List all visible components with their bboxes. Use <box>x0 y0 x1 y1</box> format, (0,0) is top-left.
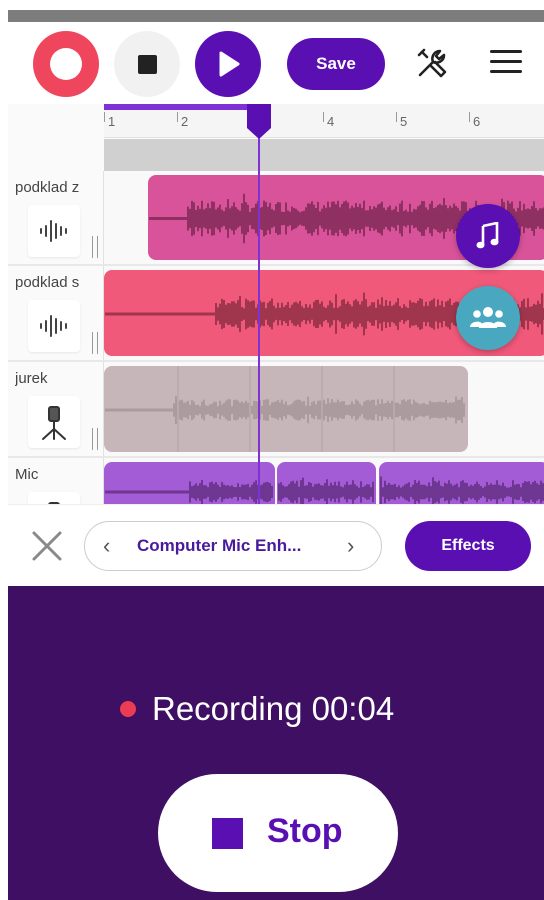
play-button[interactable] <box>195 31 261 97</box>
stop-icon <box>138 55 157 74</box>
save-button[interactable]: Save <box>287 38 385 90</box>
time-ruler[interactable]: 1 2 4 5 6 <box>104 104 544 138</box>
track-name: podklad s <box>15 274 80 291</box>
track-resize-grip[interactable] <box>92 236 98 258</box>
record-button[interactable] <box>33 31 99 97</box>
stop-button[interactable] <box>114 31 180 97</box>
recording-status: Recording 00:04 <box>152 690 395 727</box>
track-row: jurek <box>8 362 544 458</box>
waveform-icon <box>28 300 80 352</box>
close-icon[interactable] <box>30 529 64 563</box>
track-name: podklad z <box>15 179 80 196</box>
waveform-icon <box>28 205 80 257</box>
track-name: Mic <box>15 466 39 483</box>
microphone-stand-icon <box>28 396 80 448</box>
hamburger-menu-icon[interactable] <box>490 50 522 74</box>
record-icon <box>50 48 82 80</box>
track-header[interactable]: jurek <box>8 362 104 456</box>
people-group-icon <box>470 307 506 328</box>
status-bar <box>8 10 544 22</box>
recording-indicator-icon <box>120 701 136 717</box>
playback-progress <box>104 104 258 110</box>
stop-icon <box>212 818 243 849</box>
recording-panel: Recording 00:04 Stop <box>8 586 544 900</box>
timeline: 1 2 4 5 6 podklad z podklad s jurek Mic <box>8 104 544 544</box>
ruler-tick: 5 <box>400 114 408 129</box>
track-lane[interactable] <box>104 362 544 456</box>
tools-icon[interactable] <box>415 46 449 80</box>
track-resize-grip[interactable] <box>92 332 98 354</box>
loop-region-band[interactable] <box>104 139 544 171</box>
playhead-handle[interactable] <box>246 104 272 140</box>
ruler-tick: 6 <box>473 114 481 129</box>
ruler-tick: 2 <box>181 114 189 129</box>
playhead-line <box>258 138 260 504</box>
ruler-tick: 4 <box>327 114 335 129</box>
stop-label: Stop <box>267 812 343 850</box>
next-effect-icon[interactable]: › <box>347 533 354 559</box>
effects-button[interactable]: Effects <box>405 521 531 571</box>
track-resize-grip[interactable] <box>92 428 98 450</box>
collaborate-button[interactable] <box>456 286 520 350</box>
app-frame: Save 1 2 4 5 6 podklad z podklad s jurek… <box>8 22 544 900</box>
previous-effect-icon[interactable]: ‹ <box>103 533 110 559</box>
stop-recording-button[interactable]: Stop <box>158 774 398 892</box>
track-header[interactable]: podklad z <box>8 171 104 264</box>
top-toolbar: Save <box>8 22 544 104</box>
effects-bar: ‹ Computer Mic Enh... › Effects <box>8 504 544 586</box>
play-icon <box>219 51 240 77</box>
audio-clip[interactable] <box>104 366 468 452</box>
add-music-button[interactable] <box>456 204 520 268</box>
music-note-icon <box>476 222 499 249</box>
effect-name[interactable]: Computer Mic Enh... <box>137 536 301 556</box>
ruler-tick: 1 <box>108 114 116 129</box>
track-name: jurek <box>15 370 48 387</box>
clip-waveform <box>105 366 465 452</box>
track-header[interactable]: podklad s <box>8 266 104 360</box>
effect-selector: ‹ Computer Mic Enh... › <box>84 521 382 571</box>
